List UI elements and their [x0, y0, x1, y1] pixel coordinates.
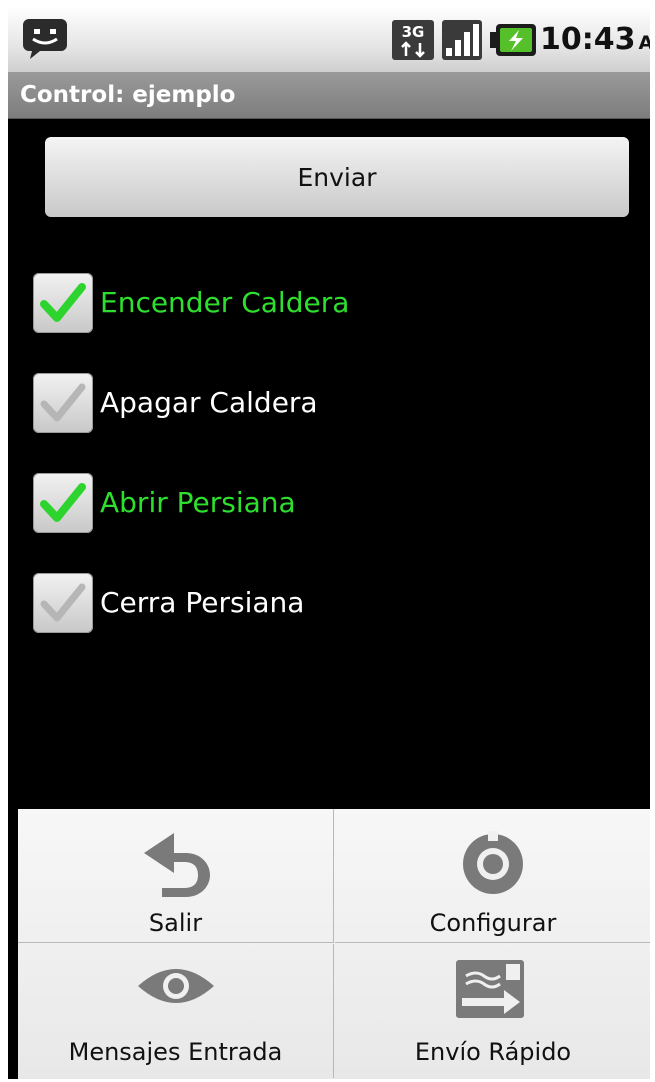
menu-item-envio-rapido[interactable]: Envío Rápido [335, 944, 650, 1078]
svg-text:3G: 3G [402, 23, 425, 41]
eye-icon [137, 969, 214, 1003]
undo-arrow-icon [143, 833, 210, 897]
checkbox-row-cerra-persiana[interactable]: Cerra Persiana [30, 572, 630, 636]
status-ampm: AM [638, 32, 651, 54]
menu-item-configurar[interactable]: Configurar [335, 809, 650, 943]
message-notification-icon [23, 19, 67, 59]
menu-item-mensajes-entrada[interactable]: Mensajes Entrada [18, 944, 334, 1078]
checkbox-label: Encender Caldera [100, 286, 350, 319]
checkmark-icon [40, 583, 86, 622]
title-bar: Control: ejemplo [8, 72, 650, 119]
page-title: Control: ejemplo [20, 82, 236, 108]
checkbox[interactable] [33, 273, 93, 333]
status-bar: 3G 10:43AM [8, 6, 650, 72]
options-menu: Salir Configurar Mensajes Entrada Envío … [18, 809, 650, 1079]
3g-data-icon: 3G [392, 20, 434, 60]
send-button[interactable]: Enviar [45, 137, 629, 217]
status-time: 10:43AM [540, 22, 650, 58]
checkbox-label: Abrir Persiana [100, 486, 296, 519]
menu-item-label: Configurar [429, 909, 557, 937]
checkbox[interactable] [33, 573, 93, 633]
menu-item-label: Mensajes Entrada [68, 1038, 283, 1066]
phone-screen: 3G 10:43AM Control: ejemplo Enviar [8, 6, 650, 1079]
checkbox-label: Cerra Persiana [100, 586, 305, 619]
quick-send-icon [456, 960, 524, 1018]
checkmark-icon [40, 383, 86, 422]
checkbox[interactable] [33, 473, 93, 533]
checkbox-label: Apagar Caldera [100, 386, 318, 419]
checkbox-row-abrir-persiana[interactable]: Abrir Persiana [30, 472, 630, 536]
signal-strength-icon [442, 20, 482, 60]
checkmark-icon [40, 483, 86, 522]
menu-item-label: Salir [148, 909, 203, 937]
checkbox[interactable] [33, 373, 93, 433]
checkbox-row-encender-caldera[interactable]: Encender Caldera [30, 272, 630, 336]
gear-icon [463, 831, 523, 894]
battery-charging-icon [490, 24, 536, 56]
menu-item-label: Envío Rápido [414, 1038, 572, 1066]
checkmark-icon [40, 283, 86, 322]
menu-item-salir[interactable]: Salir [18, 809, 334, 943]
checkbox-row-apagar-caldera[interactable]: Apagar Caldera [30, 372, 630, 436]
